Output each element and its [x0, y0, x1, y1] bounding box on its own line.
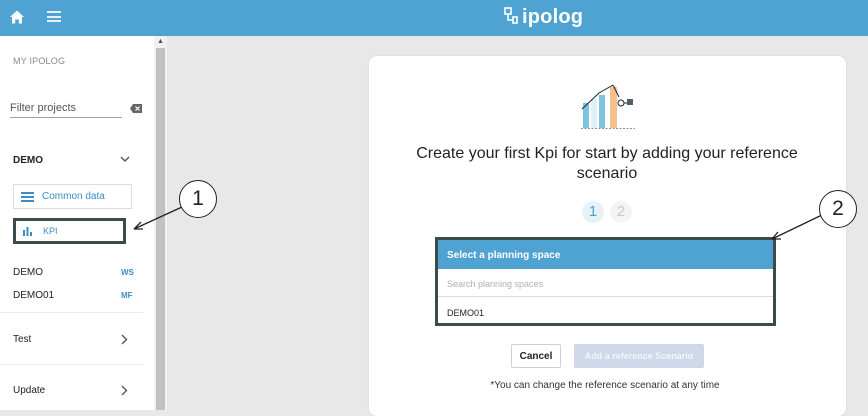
project-name[interactable]: DEMO: [13, 155, 43, 166]
sidebar-scrollbar[interactable]: ▲: [154, 36, 167, 410]
kpi-button[interactable]: KPI: [13, 218, 126, 244]
scrollbar-thumb[interactable]: [156, 48, 165, 410]
page-heading: Create your first Kpi for start by addin…: [416, 145, 798, 182]
group-label-update[interactable]: Update: [13, 385, 45, 396]
reference-scenario-note: *You can change the reference scenario a…: [490, 380, 720, 391]
filter-projects-input[interactable]: [10, 99, 122, 118]
common-data-label: Common data: [42, 191, 105, 202]
brand-logo: ipolog: [504, 4, 583, 30]
sidebar-section-title: MY IPOLOG: [13, 56, 66, 66]
sidebar-gutter: [143, 36, 154, 410]
chevron-right-icon[interactable]: [120, 334, 128, 345]
group-label-test[interactable]: Test: [13, 334, 31, 345]
workspace-tag: MF: [121, 291, 133, 300]
clear-filter-icon[interactable]: [130, 104, 142, 113]
hamburger-menu-icon[interactable]: [47, 11, 61, 22]
sidebar-divider: [0, 364, 143, 365]
planning-space-search-input[interactable]: Search planning spaces: [438, 269, 773, 297]
ipolog-logo-icon: [504, 7, 518, 24]
scroll-up-arrow-icon[interactable]: ▲: [157, 38, 164, 45]
step-indicator-1: 1: [582, 201, 604, 223]
common-data-button[interactable]: Common data: [13, 184, 132, 209]
top-bar: ipolog: [0, 0, 868, 36]
list-icon: [21, 191, 34, 202]
cancel-button[interactable]: Cancel: [511, 344, 561, 368]
chevron-right-icon[interactable]: [120, 385, 128, 396]
workspace-tag: WS: [121, 268, 134, 277]
bar-chart-icon: [23, 227, 32, 236]
kpi-label: KPI: [43, 226, 58, 236]
planning-space-option[interactable]: DEMO01: [438, 297, 773, 318]
sidebar-divider: [0, 312, 143, 313]
workspace-name[interactable]: DEMO: [13, 267, 43, 278]
planning-space-selector: Select a planning space Search planning …: [435, 237, 776, 326]
step-indicator-2: 2: [610, 201, 632, 223]
planning-space-header: Select a planning space: [438, 240, 773, 269]
callout-marker-2: 2: [819, 190, 857, 228]
workspace-name[interactable]: DEMO01: [13, 290, 54, 301]
brand-name: ipolog: [522, 5, 584, 28]
add-reference-scenario-button[interactable]: Add a reference Scenario: [574, 344, 704, 368]
home-icon[interactable]: [9, 9, 25, 25]
chevron-down-icon[interactable]: [120, 155, 130, 163]
callout-marker-1: 1: [179, 180, 217, 218]
kpi-chart-illustration-icon: [581, 84, 635, 129]
